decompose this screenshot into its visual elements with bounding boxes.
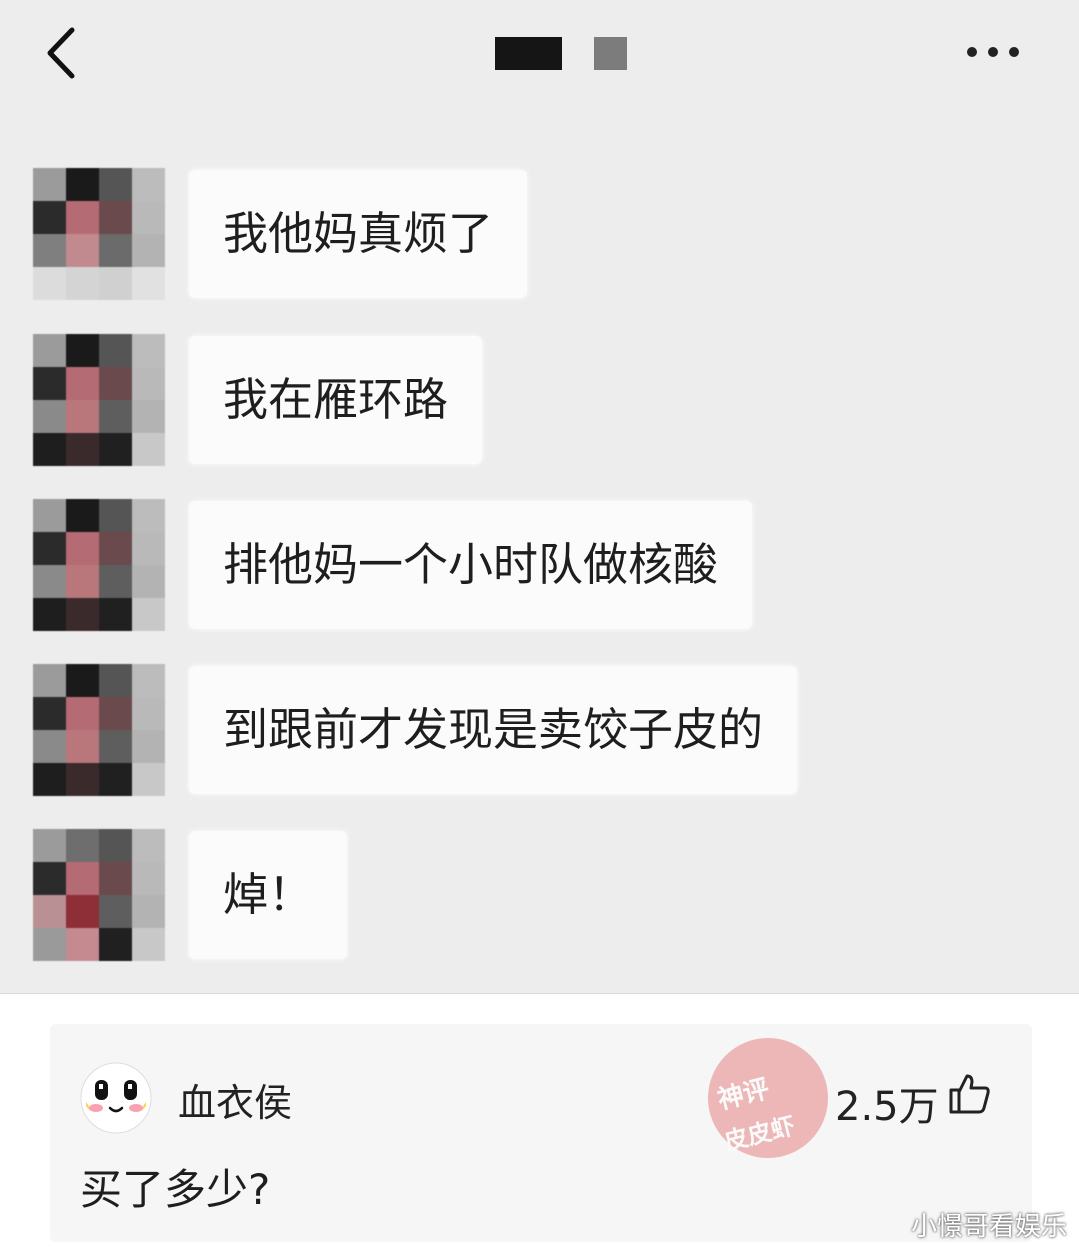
comment-text: 买了多少? — [80, 1165, 271, 1214]
more-icon[interactable] — [964, 44, 1022, 60]
stamp-badge — [708, 1038, 828, 1158]
message-bubble[interactable]: 我他妈真烦了 — [189, 170, 528, 298]
censored-title-extra — [594, 37, 627, 70]
censored-title — [495, 37, 562, 70]
comment-username[interactable]: 血衣侯 — [178, 1072, 292, 1127]
comment-card: 血衣侯 神评 皮皮虾 2.5万 买了多少? — [50, 1024, 1032, 1242]
message-bubble[interactable]: 我在雁环路 — [189, 336, 483, 464]
back-icon[interactable] — [38, 24, 88, 82]
message-bubble[interactable]: 到跟前才发现是卖饺子皮的 — [189, 666, 798, 794]
chat-area: 我他妈真烦了 我在雁环路 排他妈一个小时队做核酸 到跟前才发现是卖饺子皮的 焯！ — [0, 0, 1079, 994]
pixelated-avatar[interactable] — [33, 829, 165, 961]
pixelated-avatar[interactable] — [33, 168, 165, 300]
watermark: 小憬哥看娱乐 — [910, 1212, 1067, 1242]
pixelated-avatar[interactable] — [33, 499, 165, 631]
like-count: 2.5万 — [835, 1084, 939, 1130]
pixelated-avatar[interactable] — [33, 334, 165, 466]
god-comment-stamp: 神评 皮皮虾 — [653, 1028, 853, 1178]
stamp-brand: 皮皮虾 — [721, 1111, 798, 1157]
message-bubble[interactable]: 排他妈一个小时队做核酸 — [189, 501, 753, 629]
user-avatar[interactable] — [80, 1062, 152, 1134]
pixelated-avatar[interactable] — [33, 664, 165, 796]
like-icon[interactable] — [947, 1072, 991, 1116]
stamp-title: 神评 — [714, 1074, 773, 1116]
message-bubble[interactable]: 焯！ — [189, 831, 348, 959]
